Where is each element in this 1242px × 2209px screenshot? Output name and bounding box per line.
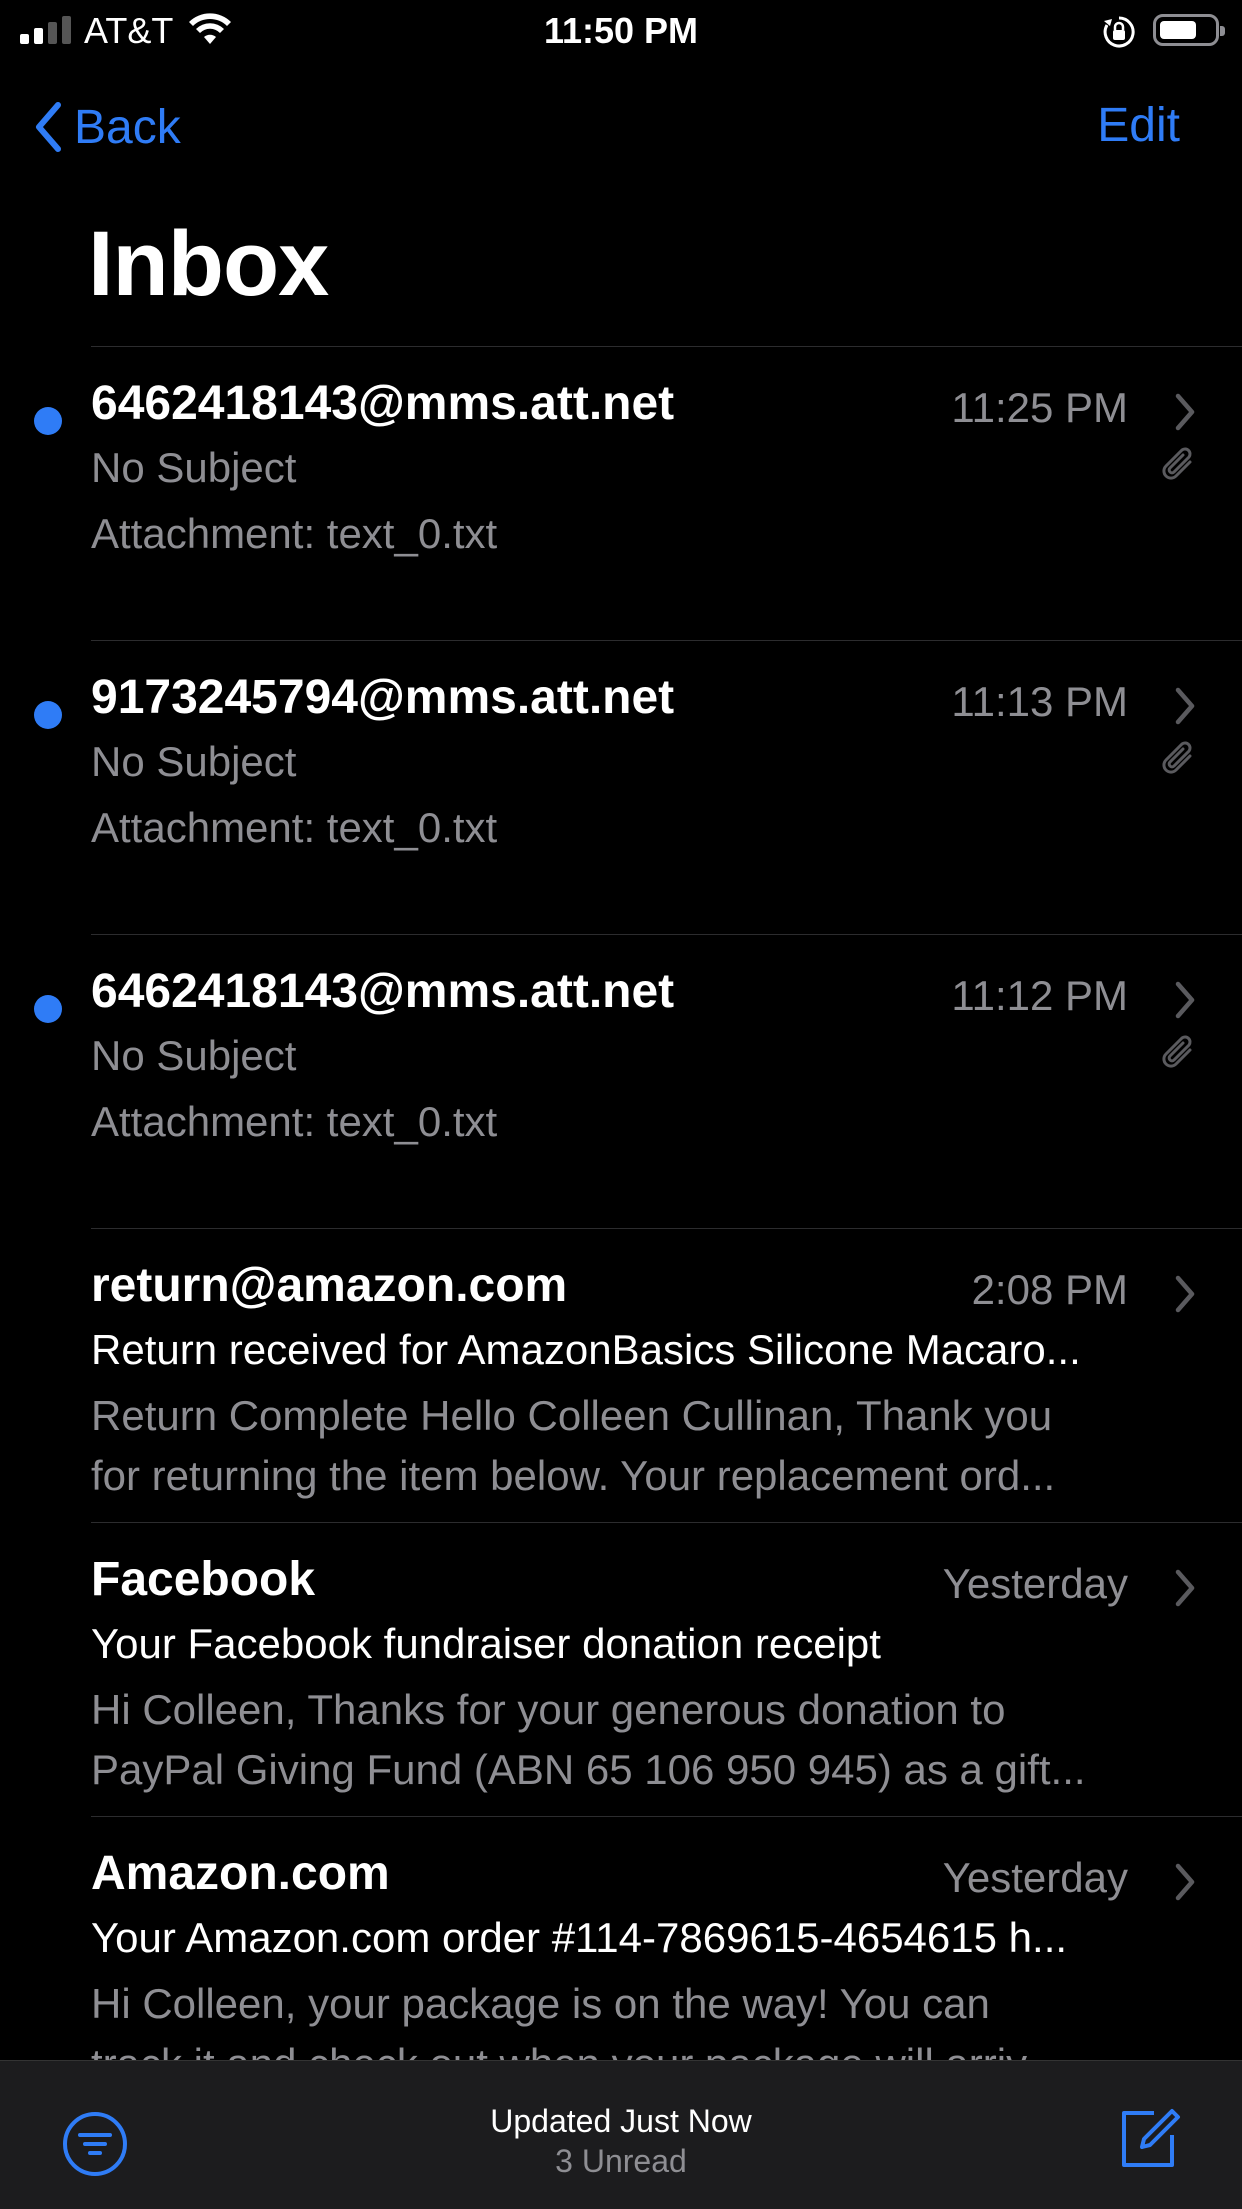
message-preview: Hi Colleen, Thanks for your generous don… [91,1680,1182,1800]
message-preview-line: Attachment: text_0.txt [91,510,498,557]
row-separator [91,640,1242,641]
message-preview-line: Attachment: text_0.txt [91,804,498,851]
message-subject: No Subject [91,738,297,785]
message-time: 11:12 PM [951,972,1128,1019]
message-subject: Return received for AmazonBasics Silicon… [91,1326,1081,1373]
update-status: Updated Just Now [490,2103,752,2139]
message-preview: Attachment: text_0.txt [91,504,1182,564]
bottom-toolbar: Updated Just Now 3 Unread [0,2060,1242,2209]
message-subject: Your Facebook fundraiser donation receip… [91,1620,881,1667]
message-sender: return@amazon.com [91,1259,568,1312]
unread-count: 3 Unread [555,2143,687,2179]
message-preview: Return Complete Hello Colleen Cullinan, … [91,1386,1182,1506]
message-preview: Attachment: text_0.txt [91,1092,1182,1152]
message-sender: Facebook [91,1553,316,1606]
message-time: Yesterday [942,1560,1128,1607]
rotation-lock-icon [1102,15,1136,54]
message-time: 11:25 PM [951,384,1128,431]
chevron-right-icon [1174,1274,1196,1319]
message-sender: Amazon.com [91,1847,390,1900]
row-separator [91,1228,1242,1229]
message-preview: Attachment: text_0.txt [91,798,1182,858]
row-separator [91,1522,1242,1523]
message-preview-line: Return Complete Hello Colleen Cullinan, … [91,1392,1053,1439]
message-row[interactable]: return@amazon.com 2:08 PM Return received … [0,1228,1242,1522]
chevron-right-icon [1174,1568,1196,1613]
page-title: Inbox [88,213,329,315]
message-time: 11:13 PM [951,678,1128,725]
compose-button[interactable] [1116,2105,1184,2178]
chevron-right-icon [1174,980,1196,1025]
message-row[interactable]: 6462418143@mms.att.net 11:25 PM No Subject… [0,346,1242,640]
message-time: 2:08 PM [971,1266,1128,1313]
message-subject: Your Amazon.com order #114-7869615-46546… [91,1914,1068,1961]
message-row[interactable]: 9173245794@mms.att.net 11:13 PM No Subject… [0,640,1242,934]
chevron-right-icon [1174,686,1196,731]
unread-dot-icon [34,995,62,1023]
message-list: 6462418143@mms.att.net 11:25 PM No Subject… [0,346,1242,2110]
row-separator [91,346,1242,347]
message-preview-line: Hi Colleen, your package is on the way! … [91,1980,990,2027]
message-preview-line: Attachment: text_0.txt [91,1098,498,1145]
row-separator [91,934,1242,935]
message-sender: 9173245794@mms.att.net [91,671,675,724]
message-preview-line: PayPal Giving Fund (ABN 65 106 950 945) … [91,1746,1086,1793]
back-button[interactable]: Back [34,95,181,159]
status-bar: AT&T 11:50 PM [0,0,1242,62]
compose-icon [1122,2109,1180,2167]
edit-button[interactable]: Edit [1097,98,1180,153]
message-sender: 6462418143@mms.att.net [91,377,675,430]
row-separator [91,1816,1242,1817]
message-preview-line: Hi Colleen, Thanks for your generous don… [91,1686,1006,1733]
message-sender: 6462418143@mms.att.net [91,965,675,1018]
battery-icon [1153,14,1225,46]
chevron-right-icon [1174,1862,1196,1907]
message-subject: No Subject [91,444,297,491]
message-preview-line: for returning the item below. Your repla… [91,1452,1056,1499]
message-row[interactable]: 6462418143@mms.att.net 11:12 PM No Subject… [0,934,1242,1228]
message-subject: No Subject [91,1032,297,1079]
message-time: Yesterday [942,1854,1128,1901]
message-row[interactable]: Facebook Yesterday Your Facebook fundraise… [0,1522,1242,1816]
unread-dot-icon [34,407,62,435]
unread-dot-icon [34,701,62,729]
mailbox-status: Updated Just Now 3 Unread [0,2101,1242,2181]
status-time: 11:50 PM [543,10,699,51]
back-label: Back [74,100,181,154]
chevron-right-icon [1174,392,1196,437]
chevron-left-icon [36,102,61,152]
